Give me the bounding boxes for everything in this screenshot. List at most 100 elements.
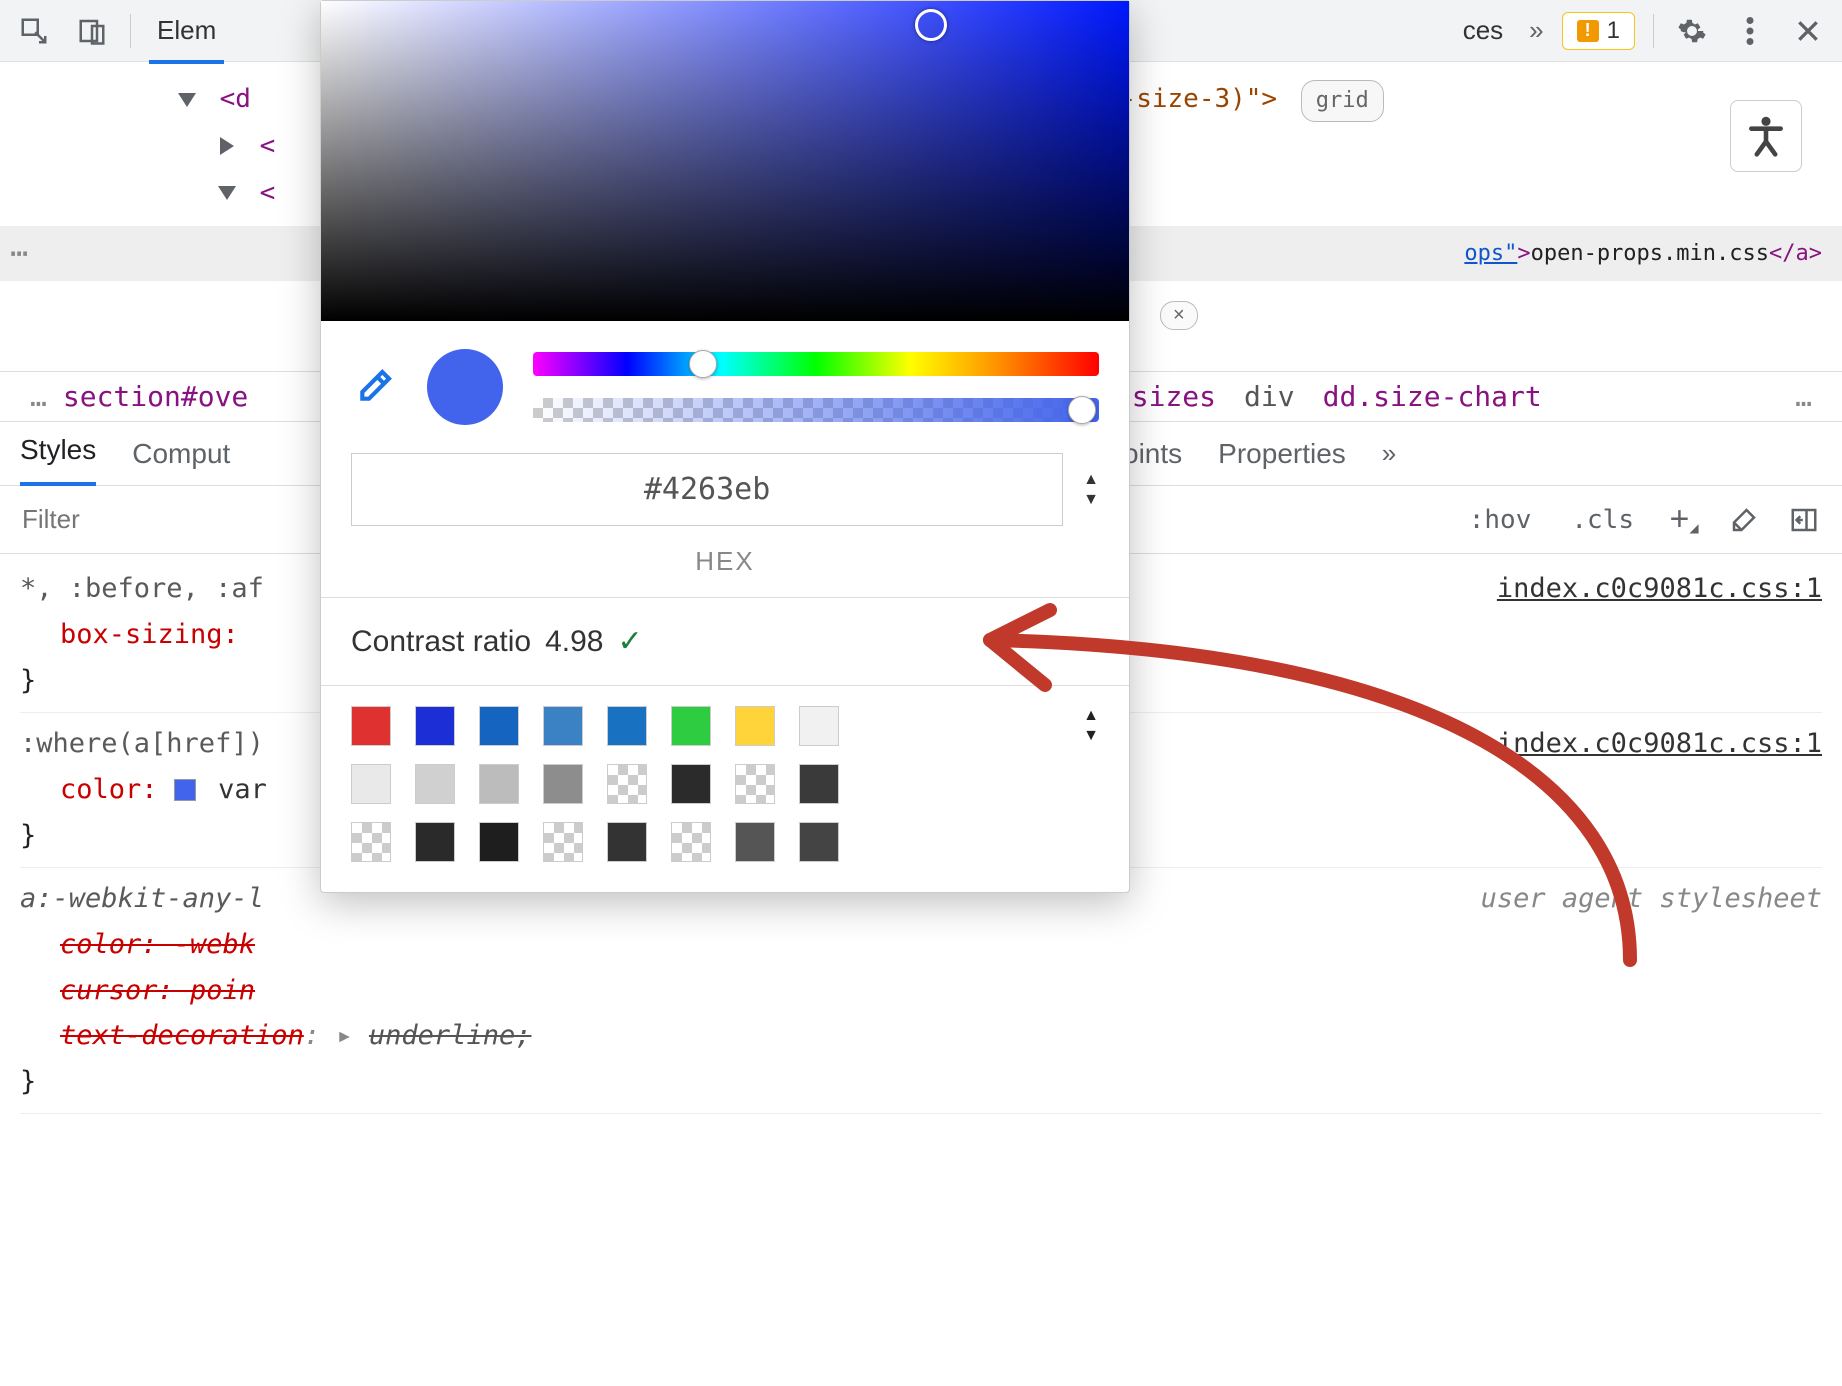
- disclosure-triangle-icon[interactable]: [218, 186, 236, 200]
- palette-swatch[interactable]: [671, 706, 711, 746]
- css-brace: }: [20, 1059, 1822, 1105]
- contrast-ratio-row[interactable]: Contrast ratio 4.98 ✓: [321, 598, 1129, 685]
- palette-swatch[interactable]: [735, 764, 775, 804]
- hue-slider-thumb[interactable]: [689, 350, 717, 378]
- palette-swatch[interactable]: [607, 822, 647, 862]
- color-swatch-icon[interactable]: [174, 779, 196, 801]
- eyedropper-icon[interactable]: [351, 364, 397, 410]
- palette-swatch[interactable]: [543, 764, 583, 804]
- paint-brush-icon[interactable]: [1724, 500, 1764, 540]
- breadcrumb-item[interactable]: dd.size-chart: [1323, 380, 1542, 413]
- subtab-properties[interactable]: Properties: [1218, 438, 1346, 470]
- hov-toggle[interactable]: :hov: [1459, 505, 1542, 535]
- accessibility-icon[interactable]: [1730, 100, 1802, 172]
- dom-tag: <: [260, 178, 276, 208]
- palette-swatch[interactable]: [415, 764, 455, 804]
- dom-text-content: open-props.min.css: [1531, 241, 1769, 266]
- palette-swatch[interactable]: [543, 706, 583, 746]
- css-property[interactable]: box-sizing:: [60, 619, 239, 650]
- alpha-slider-thumb[interactable]: [1068, 396, 1096, 424]
- css-property[interactable]: color:: [60, 774, 158, 805]
- dom-tag: <: [260, 131, 276, 161]
- new-rule-plus-icon[interactable]: +◢: [1664, 500, 1704, 540]
- subtab-computed[interactable]: Comput: [132, 438, 230, 470]
- dom-tag: <d: [220, 84, 251, 114]
- palette-swatch[interactable]: [479, 706, 519, 746]
- palette-swatch[interactable]: [415, 706, 455, 746]
- palette-swatch[interactable]: [671, 764, 711, 804]
- color-format-label: HEX: [321, 546, 1129, 597]
- css-value[interactable]: var: [218, 774, 267, 805]
- palette-swatch[interactable]: [479, 764, 519, 804]
- inspect-element-icon[interactable]: [14, 11, 54, 51]
- kebab-menu-icon[interactable]: [1730, 11, 1770, 51]
- device-toggle-icon[interactable]: [72, 11, 112, 51]
- more-subtabs-chevrons[interactable]: »: [1382, 438, 1396, 469]
- warning-icon: !: [1577, 20, 1599, 42]
- css-value-overridden: underline;: [369, 1020, 532, 1051]
- palette-swatch[interactable]: [479, 822, 519, 862]
- palette-swatch[interactable]: [607, 764, 647, 804]
- contrast-label: Contrast ratio: [351, 625, 531, 659]
- palette-swatch[interactable]: [351, 822, 391, 862]
- saturation-handle[interactable]: [915, 9, 947, 41]
- tab-elements[interactable]: Elem: [149, 15, 224, 64]
- dom-attr-value-link[interactable]: ops": [1464, 241, 1517, 266]
- disclosure-triangle-icon[interactable]: [178, 93, 196, 107]
- css-selector: a:-webkit-any-l: [20, 883, 264, 914]
- palette-swatch[interactable]: [735, 822, 775, 862]
- divider: [1653, 14, 1654, 48]
- css-selector: *, :before, :af: [20, 573, 264, 604]
- cls-toggle[interactable]: .cls: [1561, 505, 1644, 535]
- css-source-link[interactable]: index.c0c9081c.css:1: [1497, 566, 1822, 612]
- saturation-field[interactable]: [321, 1, 1129, 321]
- subtab-styles[interactable]: Styles: [20, 434, 96, 486]
- ellipsis-icon: ⋯: [10, 236, 30, 271]
- hue-slider[interactable]: [533, 352, 1099, 376]
- toggle-panel-icon[interactable]: [1784, 500, 1824, 540]
- palette-swatch[interactable]: [607, 706, 647, 746]
- palette-swatch[interactable]: [351, 764, 391, 804]
- expand-arrow-icon[interactable]: ▸: [336, 1020, 352, 1051]
- palette-swatch[interactable]: [351, 706, 391, 746]
- divider: [130, 14, 131, 48]
- dom-tag: </a>: [1769, 241, 1822, 266]
- palette-swatch[interactable]: [671, 822, 711, 862]
- css-property-overridden: text-decoration: [60, 1020, 304, 1051]
- settings-gear-icon[interactable]: [1672, 11, 1712, 51]
- css-property-overridden: color: -webk: [60, 929, 255, 960]
- breadcrumb-ellipsis[interactable]: …: [1795, 380, 1812, 413]
- palette-swatches: ▲▼: [321, 686, 1129, 892]
- dom-tag: >: [1517, 241, 1530, 266]
- css-property-overridden: cursor: poin: [60, 975, 255, 1006]
- css-rule-user-agent[interactable]: a:-webkit-any-l user agent stylesheet co…: [20, 868, 1822, 1114]
- layout-badge-grid[interactable]: grid: [1301, 80, 1384, 122]
- palette-spinner[interactable]: ▲▼: [1083, 707, 1099, 745]
- alpha-slider[interactable]: [533, 398, 1099, 422]
- more-tabs-chevrons[interactable]: »: [1529, 15, 1543, 46]
- current-color-swatch: [427, 349, 503, 425]
- breadcrumb-item[interactable]: section#ove: [63, 380, 248, 413]
- palette-swatch[interactable]: [735, 706, 775, 746]
- palette-swatch[interactable]: [799, 706, 839, 746]
- close-devtools-icon[interactable]: [1788, 11, 1828, 51]
- issues-count: 1: [1607, 17, 1620, 45]
- breadcrumb-item[interactable]: div: [1244, 380, 1295, 413]
- palette-swatch[interactable]: [415, 822, 455, 862]
- palette-swatch[interactable]: [799, 822, 839, 862]
- contrast-value: 4.98: [545, 625, 603, 659]
- palette-swatch[interactable]: [799, 764, 839, 804]
- css-source-link[interactable]: index.c0c9081c.css:1: [1497, 721, 1822, 767]
- pill-close[interactable]: ×: [1160, 301, 1198, 330]
- color-picker-popup: #4263eb ▲▼ HEX Contrast ratio 4.98 ✓ ▲▼: [320, 0, 1130, 893]
- check-icon: ✓: [617, 624, 642, 659]
- tab-sources-peek[interactable]: ces: [1455, 15, 1511, 46]
- breadcrumb-ellipsis[interactable]: …: [30, 380, 47, 413]
- hex-input[interactable]: #4263eb: [351, 453, 1063, 526]
- issues-badge[interactable]: ! 1: [1562, 12, 1635, 50]
- disclosure-triangle-icon[interactable]: [220, 137, 234, 155]
- format-spinner[interactable]: ▲▼: [1083, 471, 1099, 509]
- palette-swatch[interactable]: [543, 822, 583, 862]
- css-selector: :where(a[href]): [20, 728, 264, 759]
- css-ua-label: user agent stylesheet: [1481, 876, 1822, 922]
